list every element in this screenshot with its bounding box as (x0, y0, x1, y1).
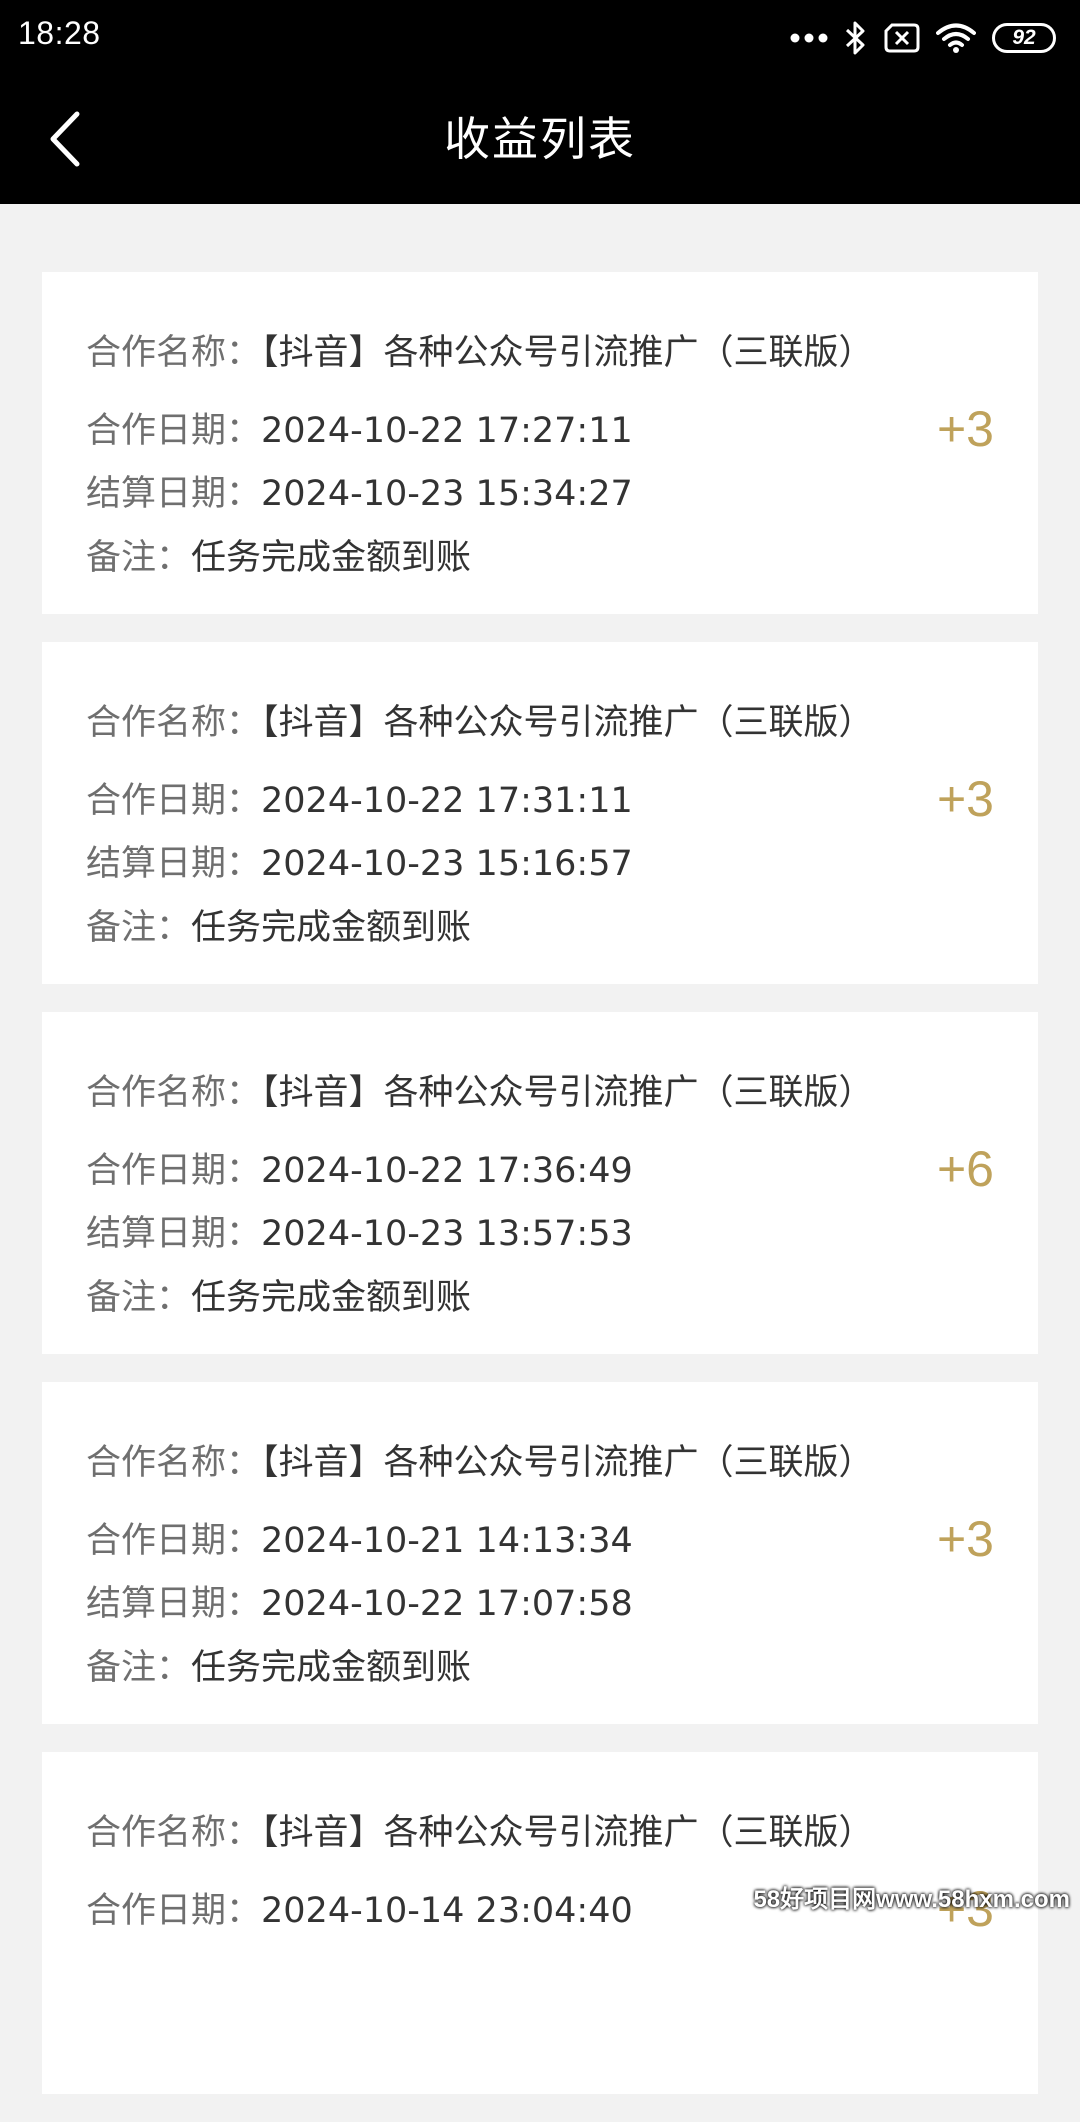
coop-date-label: 合作日期： (86, 1151, 262, 1191)
battery-icon: 92 (992, 23, 1056, 53)
settle-date-value: 2024-10-22 17:07:58 (261, 1584, 633, 1624)
status-time: 18:28 (18, 15, 101, 51)
chevron-left-icon (50, 111, 80, 167)
coop-date-value: 2024-10-14 23:04:40 (261, 1891, 633, 1931)
coop-date-label: 合作日期： (86, 781, 262, 821)
amount: +6 (936, 1141, 994, 1197)
cooperation-name: 【抖音】各种公众号引流推广（三联版） (261, 703, 874, 743)
settle-date-label: 结算日期： (86, 474, 262, 514)
page-title: 收益列表 (444, 112, 636, 166)
amount: +3 (936, 771, 994, 827)
more-dots-icon (790, 33, 828, 43)
coop-date-label: 合作日期： (86, 1521, 262, 1561)
note-value: 任务完成金额到账 (191, 538, 472, 578)
coop-date-value: 2024-10-22 17:36:49 (261, 1151, 633, 1191)
earning-card[interactable]: 合作名称：【抖音】各种公众号引流推广（三联版） 合作日期：2024-10-22 … (42, 1012, 1038, 1354)
coop-date-label: 合作日期： (86, 411, 262, 451)
note-label: 备注： (86, 538, 192, 578)
name-label: 合作名称： (86, 703, 262, 743)
name-label: 合作名称： (86, 1443, 262, 1483)
cooperation-name: 【抖音】各种公众号引流推广（三联版） (261, 1073, 874, 1113)
coop-date-value: 2024-10-21 14:13:34 (261, 1521, 633, 1561)
status-bar: 18:28 92 (0, 0, 1080, 74)
earning-card[interactable]: 合作名称：【抖音】各种公众号引流推广（三联版） 合作日期：2024-10-22 … (42, 642, 1038, 984)
name-label: 合作名称： (86, 333, 262, 373)
earning-card[interactable]: 合作名称：【抖音】各种公众号引流推广（三联版） 合作日期：2024-10-14 … (42, 1752, 1038, 2094)
settle-date-label: 结算日期： (86, 1214, 262, 1254)
note-value: 任务完成金额到账 (191, 908, 472, 948)
coop-date-label: 合作日期： (86, 1891, 262, 1931)
settle-date-value: 2024-10-23 15:16:57 (261, 844, 633, 884)
note-value: 任务完成金额到账 (191, 1648, 472, 1688)
coop-date-value: 2024-10-22 17:31:11 (261, 781, 633, 821)
earning-card[interactable]: 合作名称：【抖音】各种公众号引流推广（三联版） 合作日期：2024-10-21 … (42, 1382, 1038, 1724)
battery-level: 92 (1012, 26, 1036, 49)
bluetooth-icon (845, 21, 865, 55)
cooperation-name: 【抖音】各种公众号引流推广（三联版） (261, 1443, 874, 1483)
note-label: 备注： (86, 908, 192, 948)
watermark: 58好项目网www.58hxm.com (753, 1886, 1070, 1913)
settle-date-value: 2024-10-23 13:57:53 (261, 1214, 633, 1254)
cooperation-name: 【抖音】各种公众号引流推广（三联版） (261, 1813, 874, 1853)
amount: +3 (936, 401, 994, 457)
name-label: 合作名称： (86, 1073, 262, 1113)
amount: +3 (936, 1511, 994, 1567)
settle-date-label: 结算日期： (86, 844, 262, 884)
cooperation-name: 【抖音】各种公众号引流推广（三联版） (261, 333, 874, 373)
earnings-list: 合作名称：【抖音】各种公众号引流推广（三联版） 合作日期：2024-10-22 … (42, 272, 1038, 2122)
earning-card[interactable]: 合作名称：【抖音】各种公众号引流推广（三联版） 合作日期：2024-10-22 … (42, 272, 1038, 614)
settle-date-value: 2024-10-23 15:34:27 (261, 474, 633, 514)
status-icons: 92 (790, 18, 1056, 58)
sim-no-signal-icon (884, 23, 920, 53)
coop-date-value: 2024-10-22 17:27:11 (261, 411, 633, 451)
wifi-icon (936, 23, 976, 53)
nav-bar: 收益列表 (0, 74, 1080, 204)
back-button[interactable] (30, 102, 100, 176)
name-label: 合作名称： (86, 1813, 262, 1853)
note-label: 备注： (86, 1278, 192, 1318)
settle-date-label: 结算日期： (86, 1584, 262, 1624)
note-label: 备注： (86, 1648, 192, 1688)
note-value: 任务完成金额到账 (191, 1278, 472, 1318)
